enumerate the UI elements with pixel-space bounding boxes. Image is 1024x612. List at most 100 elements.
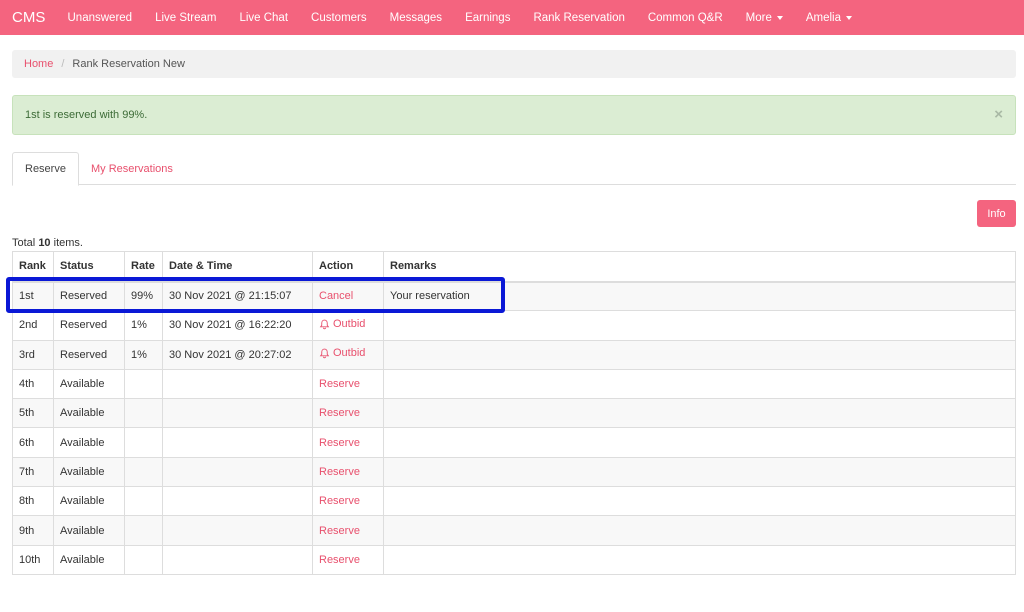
table-row: 2nd Reserved 1% 30 Nov 2021 @ 16:22:20 Outbi…	[12, 310, 1016, 341]
cell-rank: 10th	[12, 544, 54, 575]
reserve-link[interactable]: Reserve	[319, 407, 360, 419]
reserve-link-label: Reserve	[319, 436, 360, 449]
outbid-link[interactable]: Outbid	[319, 318, 365, 330]
nav-user-label: Amelia	[805, 11, 841, 24]
nav-live-stream-label: Live Stream	[155, 11, 217, 24]
cell-rate	[124, 544, 163, 575]
outbid-link[interactable]: Outbid	[319, 347, 365, 359]
cell-rank: 4th	[12, 368, 54, 400]
reserve-link[interactable]: Reserve	[319, 554, 360, 566]
cell-rank: 6th	[12, 427, 54, 458]
cell-action: Outbid	[312, 339, 384, 370]
rank-reservation-table: Rank Status Rate Date & Time Action Rema…	[12, 251, 1016, 575]
reserve-link-label: Reserve	[319, 553, 360, 566]
bell-icon	[319, 319, 330, 329]
cell-datetime: 30 Nov 2021 @ 20:27:02	[162, 339, 313, 370]
cancel-link[interactable]: Cancel	[319, 290, 353, 302]
nav-rank-reservation[interactable]: Rank Reservation	[522, 12, 636, 24]
reserve-link[interactable]: Reserve	[319, 466, 360, 478]
cell-remarks	[383, 456, 1016, 488]
header-rate[interactable]: Rate	[124, 251, 163, 283]
nav-common-qr-label: Common Q&R	[647, 11, 723, 24]
summary-count: 10	[38, 237, 51, 249]
header-remarks: Remarks	[383, 251, 1016, 283]
cell-remarks	[383, 427, 1016, 458]
cell-datetime	[162, 398, 313, 429]
cell-status: Reserved	[53, 280, 125, 312]
nav-customers-label: Customers	[311, 11, 367, 24]
nav-live-chat-label: Live Chat	[239, 11, 289, 24]
success-alert: 1st is reserved with 99%. ×	[12, 95, 1016, 135]
table-row: 3rd Reserved 1% 30 Nov 2021 @ 20:27:02 Outbi…	[12, 339, 1016, 370]
reserve-link[interactable]: Reserve	[319, 378, 360, 390]
bell-icon	[319, 348, 330, 359]
cell-action: Cancel	[312, 280, 384, 312]
cell-rate: 1%	[124, 339, 163, 370]
cell-datetime	[162, 544, 313, 575]
nav-common-qr[interactable]: Common Q&R	[636, 12, 734, 24]
cell-status: Available	[53, 515, 125, 546]
cell-rank: 2nd	[12, 310, 54, 341]
table-row: 1st Reserved 99% 30 Nov 2021 @ 21:15:07 Canc…	[12, 280, 1016, 312]
brand-logo[interactable]: CMS	[0, 9, 56, 26]
cell-datetime	[162, 515, 313, 546]
nav-more-dropdown[interactable]: More	[734, 12, 794, 24]
cell-rank: 9th	[12, 515, 54, 546]
cell-rate	[124, 456, 163, 488]
reserve-link[interactable]: Reserve	[319, 525, 360, 537]
tab-reserve[interactable]: Reserve	[12, 152, 79, 186]
cell-datetime: 30 Nov 2021 @ 16:22:20	[162, 310, 313, 341]
cell-status: Available	[53, 486, 125, 517]
nav-live-chat[interactable]: Live Chat	[228, 12, 300, 24]
reserve-link[interactable]: Reserve	[319, 495, 360, 507]
reserve-link-label: Reserve	[319, 407, 360, 420]
cell-datetime	[162, 427, 313, 458]
reserve-link-label: Reserve	[319, 524, 360, 537]
cell-status: Available	[53, 368, 125, 400]
breadcrumb-current: Rank Reservation New	[72, 58, 185, 70]
tab-reserve-label: Reserve	[25, 163, 66, 175]
reserve-link[interactable]: Reserve	[319, 437, 360, 449]
header-action: Action	[312, 251, 384, 283]
cell-rank: 5th	[12, 398, 54, 429]
nav-more-label: More	[745, 11, 772, 24]
cell-remarks	[383, 515, 1016, 546]
cell-remarks	[383, 486, 1016, 517]
cell-status: Reserved	[53, 339, 125, 370]
nav-unanswered[interactable]: Unanswered	[56, 12, 144, 24]
reservation-tabs: Reserve My Reservations	[12, 152, 1016, 186]
cell-rank: 7th	[12, 456, 54, 488]
cell-action: Reserve	[312, 515, 384, 546]
cell-action: Reserve	[312, 456, 384, 488]
top-navbar: CMS Unanswered Live Stream Live Chat Cus…	[0, 0, 1024, 35]
nav-messages-label: Messages	[389, 11, 443, 24]
tab-my-reservations-label: My Reservations	[90, 162, 173, 175]
close-icon[interactable]: ×	[994, 107, 1003, 122]
nav-earnings[interactable]: Earnings	[454, 12, 522, 24]
nav-user-dropdown[interactable]: Amelia	[794, 12, 863, 24]
nav-messages[interactable]: Messages	[378, 12, 453, 24]
cell-rate: 1%	[124, 310, 163, 341]
cell-rate	[124, 515, 163, 546]
breadcrumb-separator: /	[61, 58, 65, 70]
info-button[interactable]: Info	[977, 200, 1016, 227]
cell-remarks	[383, 398, 1016, 429]
header-rank[interactable]: Rank	[12, 251, 54, 283]
cell-rate	[124, 427, 163, 458]
breadcrumb-home-link[interactable]: Home	[24, 58, 53, 70]
header-status[interactable]: Status	[53, 251, 125, 283]
header-date-time[interactable]: Date & Time	[162, 251, 313, 283]
table-row: 6th Available Reserve	[12, 427, 1016, 458]
cell-remarks	[383, 339, 1016, 370]
reserve-link-label: Reserve	[319, 465, 360, 478]
outbid-link-label: Outbid	[333, 347, 366, 360]
nav-customers[interactable]: Customers	[300, 12, 379, 24]
outbid-link-label: Outbid	[333, 318, 366, 331]
nav-unanswered-label: Unanswered	[67, 11, 133, 24]
tab-my-reservations[interactable]: My Reservations	[79, 152, 185, 185]
nav-live-stream[interactable]: Live Stream	[144, 12, 228, 24]
summary-suffix: items.	[53, 237, 83, 249]
summary-prefix: Total	[12, 237, 36, 249]
reserve-link-label: Reserve	[319, 378, 360, 391]
table-header-row: Rank Status Rate Date & Time Action Rema…	[12, 251, 1016, 283]
